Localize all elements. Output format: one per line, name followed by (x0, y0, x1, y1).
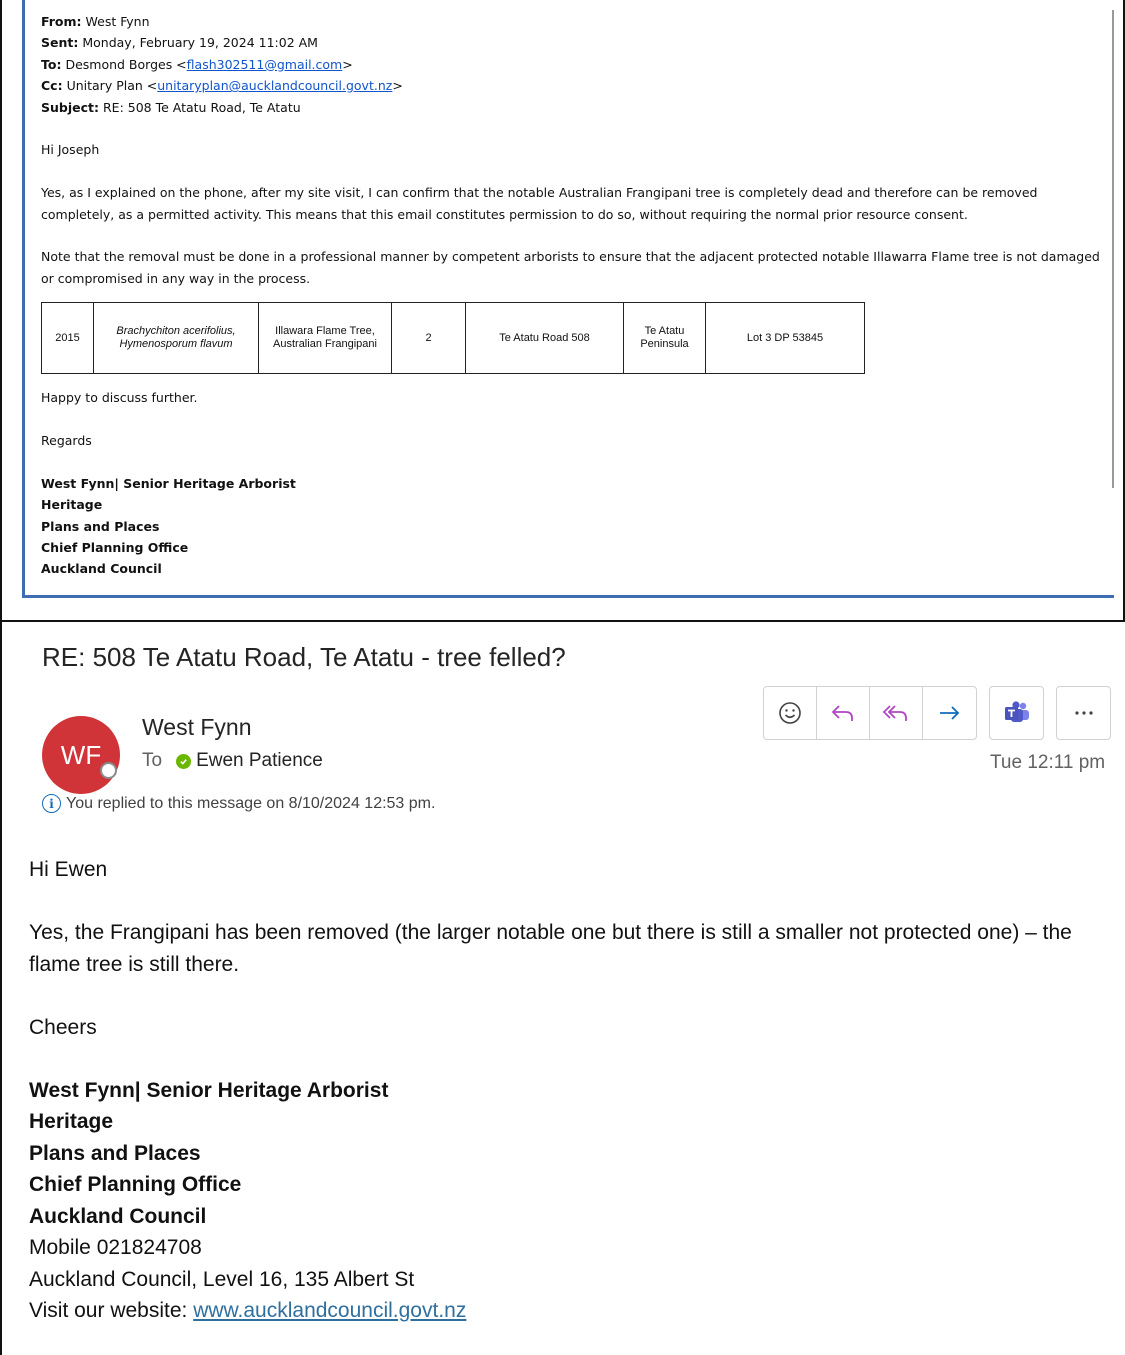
frame-left (0, 0, 2, 1355)
tree-schedule-table: 2015 Brachychiton acerifolius, Hymenospor… (41, 302, 865, 375)
recipient-line: To Ewen Patience (142, 750, 323, 772)
table-cell-botanical: Brachychiton acerifolius, Hymenosporum fl… (93, 302, 259, 375)
header-to: To: Desmond Borges <flash302511@gmail.co… (41, 56, 353, 72)
table-cell-address: Te Atatu Road 508 (465, 302, 624, 375)
quoted-email-body: From: West Fynn Sent: Monday, February 1… (41, 11, 1101, 594)
reply-info-bar: i You replied to this message on 8/10/20… (42, 794, 435, 813)
reply-email-body: Hi Ewen Yes, the Frangipani has been rem… (29, 854, 1109, 1327)
quoted-signature-line-4: Chief Planning Office (41, 540, 189, 556)
quoted-signature-line-3: Plans and Places (41, 518, 160, 534)
signature-line-2: Heritage (29, 1110, 114, 1133)
scrollbar[interactable] (1112, 10, 1114, 488)
table-cell-year: 2015 (41, 302, 94, 375)
sender-name[interactable]: West Fynn (142, 714, 252, 741)
reply-closing: Cheers (29, 1015, 97, 1039)
more-icon (1074, 711, 1093, 715)
cc-email-link[interactable]: unitaryplan@aucklandcouncil.govt.nz (157, 78, 392, 93)
reply-button[interactable] (817, 687, 870, 739)
received-timestamp: Tue 12:11 pm (990, 752, 1106, 773)
signature-address: Auckland Council, Level 16, 135 Albert S… (29, 1267, 415, 1291)
header-cc: Cc: Unitary Plan <unitaryplan@aucklandco… (41, 78, 403, 94)
quoted-signature-line-5: Auckland Council (41, 561, 162, 577)
forward-button[interactable] (923, 687, 976, 739)
signature-website: Visit our website: www.aucklandcouncil.g… (29, 1299, 467, 1322)
teams-button-group (989, 686, 1044, 740)
header-sent: Sent: Monday, February 19, 2024 11:02 AM (41, 35, 318, 51)
signature-mobile: Mobile 021824708 (29, 1236, 202, 1259)
reply-info-text: You replied to this message on 8/10/2024… (66, 794, 436, 812)
react-button[interactable] (764, 687, 817, 739)
reply-greeting: Hi Ewen (29, 858, 108, 881)
forward-icon (939, 706, 959, 720)
reply-paragraph: Yes, the Frangipani has been removed (th… (29, 921, 1072, 976)
quoted-signature-line-2: Heritage (41, 497, 103, 513)
to-label: To (142, 750, 163, 771)
table-cell-locality: Te Atatu Peninsula (623, 302, 706, 375)
reply-all-icon (882, 705, 907, 721)
header-subject: Subject: RE: 508 Te Atatu Road, Te Atatu (41, 99, 301, 115)
teams-button[interactable] (990, 687, 1043, 739)
header-from: From: West Fynn (41, 14, 150, 29)
action-button-group (763, 686, 977, 740)
website-link[interactable]: www.aucklandcouncil.govt.nz (193, 1299, 466, 1322)
quoted-greeting: Hi Joseph (41, 142, 100, 158)
presence-status-icon (100, 762, 117, 779)
table-cell-count: 2 (391, 302, 466, 375)
message-toolbar (763, 686, 1123, 740)
signature-line-3: Plans and Places (29, 1141, 201, 1165)
table-cell-legal: Lot 3 DP 53845 (705, 302, 865, 375)
more-button-group (1056, 686, 1111, 740)
quoted-paragraph-2: Note that the removal must be done in a … (41, 249, 1100, 286)
info-icon: i (42, 794, 61, 813)
table-cell-common: Illawara Flame Tree, Australian Frangipan… (258, 302, 392, 375)
to-email-link[interactable]: flash302511@gmail.com (187, 57, 343, 72)
signature-line-5: Auckland Council (29, 1204, 207, 1228)
quoted-signature-line-1: West Fynn| Senior Heritage Arborist (41, 475, 296, 491)
quoted-regards: Regards (41, 433, 92, 449)
smile-icon (779, 702, 801, 724)
email-subject: RE: 508 Te Atatu Road, Te Atatu - tree f… (42, 642, 566, 672)
reply-all-button[interactable] (870, 687, 923, 739)
signature-line-4: Chief Planning Office (29, 1173, 242, 1196)
quoted-email-panel: From: West Fynn Sent: Monday, February 1… (0, 0, 1125, 620)
teams-icon (1004, 701, 1029, 722)
avatar[interactable]: WF (42, 716, 120, 794)
signature-line-1: West Fynn| Senior Heritage Arborist (29, 1078, 389, 1102)
reply-email-panel: RE: 508 Te Atatu Road, Te Atatu - tree f… (0, 622, 1125, 1355)
more-options-button[interactable] (1057, 687, 1110, 739)
reply-icon (831, 705, 853, 721)
quote-bar-bottom (22, 595, 1114, 598)
available-check-icon (176, 753, 192, 769)
quoted-paragraph-1: Yes, as I explained on the phone, after … (41, 185, 1038, 222)
recipient-name[interactable]: Ewen Patience (196, 750, 323, 772)
panel-divider (0, 620, 1125, 622)
quoted-closing: Happy to discuss further. (41, 390, 198, 406)
table-row: 2015 Brachychiton acerifolius, Hymenospor… (41, 302, 865, 375)
quote-bar-left (22, 0, 25, 598)
